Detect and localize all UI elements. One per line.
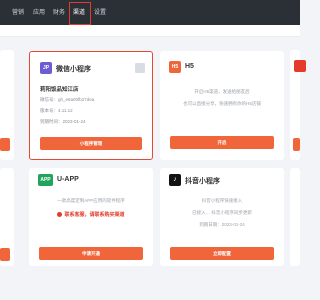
douyin-icon: ♪ (169, 174, 181, 186)
version-text: 版本号：4.11.12 (40, 108, 73, 113)
douyin-configure-button[interactable]: 立即配置 (170, 247, 274, 260)
nav-item-marketing[interactable]: 营销 (12, 7, 24, 16)
left-partial-button-2[interactable] (0, 248, 10, 261)
right-partial-icon (294, 60, 306, 72)
right-partial-button[interactable] (293, 138, 300, 151)
h5-card: H5 H5 开启H5渠道，发送给朋友后 也可以直接分享，快速拥有你的H5店铺 开… (160, 51, 284, 160)
h5-icon: H5 (169, 61, 181, 73)
douyin-desc-line3: 到期日期：2023-01-24 (199, 222, 245, 227)
card-title: 抖音小程序 (185, 178, 220, 185)
douyin-miniprogram-card: ♪ 抖音小程序 抖音小程序快速接入 已接入… 抖音小程序同步更新 到期日期：20… (160, 168, 284, 266)
sub-header (0, 25, 300, 37)
wechat-miniprogram-card: JP 微信小程序 莉阳饭品知江店 微信号：gh_e6a00fb27dea 版本号… (29, 51, 153, 160)
wechat-miniprogram-icon: JP (40, 62, 52, 74)
store-name: 莉阳饭品知江店 (40, 87, 79, 93)
nav-item-settings[interactable]: 设置 (94, 7, 106, 16)
uapp-desc: 一款高度定制APP应用的软件程序 (57, 198, 125, 203)
uapp-notice-text: 联系客服，请联系购买渠道 (64, 212, 125, 218)
left-partial-card-bottom (0, 168, 14, 266)
h5-desc-line2: 也可以直接分享，快速拥有你的H5店铺 (183, 101, 261, 106)
right-partial-card-top (290, 50, 306, 160)
uapp-apply-button[interactable]: 申请开通 (39, 247, 143, 260)
uapp-card: APP U-APP 一款高度定制APP应用的软件程序 联系客服，请联系购买渠道 … (29, 168, 153, 266)
top-nav-bar: 营销 应用 财务 渠道 设置 (0, 0, 300, 25)
uapp-notice: 联系客服，请联系购买渠道 (29, 211, 153, 218)
douyin-desc-line1: 抖音小程序快速接入 (201, 198, 243, 203)
card-title: U-APP (57, 176, 79, 183)
left-partial-card-top (0, 50, 14, 160)
right-partial-card-bottom (290, 168, 300, 266)
nav-item-finance[interactable]: 财务 (53, 7, 65, 16)
nav-item-apps[interactable]: 应用 (33, 7, 45, 16)
h5-desc-line1: 开启H5渠道，发送给朋友后 (194, 89, 250, 94)
miniprogram-manage-button[interactable]: 小程序管理 (40, 137, 142, 150)
alert-icon (57, 212, 63, 218)
qrcode-icon[interactable] (135, 63, 145, 73)
card-title: H5 (185, 63, 194, 70)
left-partial-button[interactable] (0, 138, 10, 151)
card-title: 微信小程序 (56, 66, 91, 73)
nav-active-highlight (69, 2, 91, 25)
expire-text: 到期时间：2023-01-24 (40, 119, 86, 124)
uapp-icon: APP (38, 174, 53, 186)
appid-text: 微信号：gh_e6a00fb27dea (40, 97, 95, 102)
h5-open-button[interactable]: 开启 (170, 136, 274, 149)
douyin-desc-line2: 已接入… 抖音小程序同步更新 (192, 210, 252, 215)
